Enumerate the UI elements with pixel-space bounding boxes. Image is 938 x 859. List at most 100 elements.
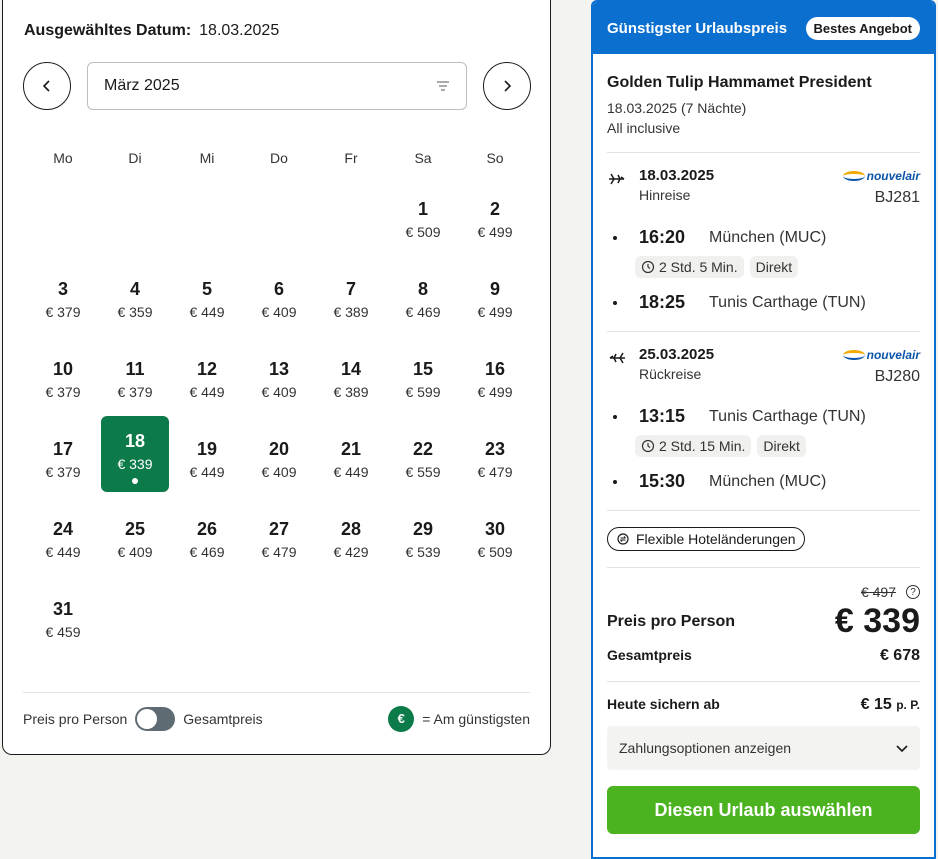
calendar-day[interactable]: 6 € 409 [243, 268, 315, 348]
day-price: € 359 [117, 304, 153, 320]
chevron-left-icon [42, 80, 50, 92]
weekday-fr: Fr [344, 150, 358, 166]
calendar-day[interactable]: 28 € 429 [315, 508, 387, 588]
calendar-day[interactable]: 23 € 479 [459, 428, 531, 508]
day-price: € 499 [477, 384, 513, 400]
day-number: 23 [484, 439, 506, 459]
calendar-day[interactable]: 29 € 539 [387, 508, 459, 588]
price-per-person-value: € 339 [834, 602, 920, 640]
day-price: € 379 [45, 384, 81, 400]
calendar-day[interactable]: 17 € 379 [27, 428, 99, 508]
payment-options-dropdown[interactable]: Zahlungsoptionen anzeigen [607, 726, 920, 770]
day-number: 9 [489, 279, 500, 299]
calendar-day-selected[interactable]: 18 € 339 [101, 416, 169, 492]
calendar-day[interactable]: 16 € 499 [459, 348, 531, 428]
old-price-value: € 497 [860, 584, 896, 600]
calendar-day[interactable]: 19 € 449 [171, 428, 243, 508]
trip-summary: 18.03.2025 (7 Nächte) All inclusive [607, 98, 920, 138]
cheapest-legend: € = Am günstigsten [388, 705, 530, 732]
calendar-day[interactable]: 12 € 449 [171, 348, 243, 428]
outbound-departure: 16:20 München (MUC) [607, 227, 920, 248]
inbound-departure: 13:15 Tunis Carthage (TUN) [607, 406, 920, 427]
weekday-di: Di [128, 150, 142, 166]
calendar-day[interactable]: 20 € 409 [243, 428, 315, 508]
calendar-day[interactable]: 10 € 379 [27, 348, 99, 428]
day-number: 19 [196, 439, 218, 459]
chevron-down-icon [896, 745, 908, 753]
airline-logo: nouvelair [842, 169, 920, 183]
select-holiday-button[interactable]: Diesen Urlaub auswählen [607, 786, 920, 834]
prev-month-button[interactable] [23, 62, 71, 110]
calendar-day[interactable]: 15 € 599 [387, 348, 459, 428]
calendar-day[interactable]: 13 € 409 [243, 348, 315, 428]
calendar-blank [315, 188, 387, 268]
day-price: € 559 [405, 464, 441, 480]
calendar-footer: Preis pro Person Gesamtpreis € = Am güns… [23, 692, 530, 744]
calendar-day[interactable]: 31 € 459 [27, 588, 99, 668]
calendar-blank [27, 188, 99, 268]
toggle-knob [137, 708, 158, 729]
next-month-button[interactable] [483, 62, 531, 110]
weekday-do: Do [270, 150, 288, 166]
price-mode-toggle[interactable] [135, 706, 176, 731]
month-select-value: März 2025 [104, 77, 180, 94]
calendar-day[interactable]: 3 € 379 [27, 268, 99, 348]
weekday-mi: Mi [199, 150, 215, 166]
day-price: € 449 [189, 304, 225, 320]
day-price: € 469 [189, 544, 225, 560]
help-icon[interactable]: ? [906, 585, 920, 599]
selected-date-header: Ausgewähltes Datum: 18.03.2025 [24, 22, 279, 40]
day-number: 28 [340, 519, 362, 539]
calendar-day[interactable]: 1 € 509 [387, 188, 459, 268]
total-price-label: Gesamtpreis [183, 710, 263, 727]
day-price: € 339 [117, 456, 153, 472]
outbound-type: Hinreise [639, 187, 691, 203]
day-price: € 599 [405, 384, 441, 400]
day-price: € 449 [189, 464, 225, 480]
calendar-day[interactable]: 25 € 409 [99, 508, 171, 588]
outbound-date: 18.03.2025 [639, 167, 715, 184]
outbound-flight: 18.03.2025 Hinreise nouvelair BJ281 16:2… [607, 153, 920, 331]
day-number: 30 [484, 519, 506, 539]
best-offer-badge: Bestes Angebot [805, 16, 920, 40]
calendar-day[interactable]: 9 € 499 [459, 268, 531, 348]
chevron-right-icon [504, 80, 512, 92]
day-number: 4 [129, 279, 140, 299]
day-price: € 389 [333, 384, 369, 400]
duration-chip: 2 Std. 15 Min. [635, 435, 752, 457]
calendar-blank [171, 188, 243, 268]
offer-panel: Günstigster Urlaubspreis Bestes Angebot … [591, 0, 936, 859]
filter-lines-icon [437, 81, 449, 91]
day-number: 18 [124, 431, 146, 451]
flexible-hotel-changes-chip[interactable]: Flexible Hoteländerungen [607, 527, 805, 551]
airline-logo: nouvelair [842, 348, 920, 362]
month-select[interactable]: März 2025 [87, 62, 467, 110]
total-price-row: Gesamtpreis € 678 [607, 647, 920, 681]
inbound-type: Rückreise [639, 366, 702, 382]
day-price: € 409 [261, 464, 297, 480]
price-per-person-label: Preis pro Person [607, 612, 736, 630]
calendar-day[interactable]: 8 € 469 [387, 268, 459, 348]
day-number: 8 [417, 279, 428, 299]
day-price: € 379 [117, 384, 153, 400]
calendar-day[interactable]: 2 € 499 [459, 188, 531, 268]
calendar-day[interactable]: 24 € 449 [27, 508, 99, 588]
calendar-panel: Ausgewähltes Datum: 18.03.2025 März 2025 … [2, 0, 551, 755]
calendar-day[interactable]: 26 € 469 [171, 508, 243, 588]
calendar-day[interactable]: 27 € 479 [243, 508, 315, 588]
calendar-day[interactable]: 22 € 559 [387, 428, 459, 508]
calendar-day[interactable]: 4 € 359 [99, 268, 171, 348]
weekday-row: Mo Di Mi Do Fr Sa So [27, 150, 531, 166]
calendar-day[interactable]: 14 € 389 [315, 348, 387, 428]
calendar-day[interactable]: 5 € 449 [171, 268, 243, 348]
day-price: € 449 [189, 384, 225, 400]
day-number: 24 [52, 519, 74, 539]
calendar-day[interactable]: 30 € 509 [459, 508, 531, 588]
day-number: 14 [340, 359, 362, 379]
calendar-day[interactable]: 21 € 449 [315, 428, 387, 508]
day-price: € 509 [405, 224, 441, 240]
day-price: € 459 [45, 624, 81, 640]
calendar-day[interactable]: 7 € 389 [315, 268, 387, 348]
outbound-dep-airport: München (MUC) [709, 228, 827, 246]
day-number: 29 [412, 519, 434, 539]
